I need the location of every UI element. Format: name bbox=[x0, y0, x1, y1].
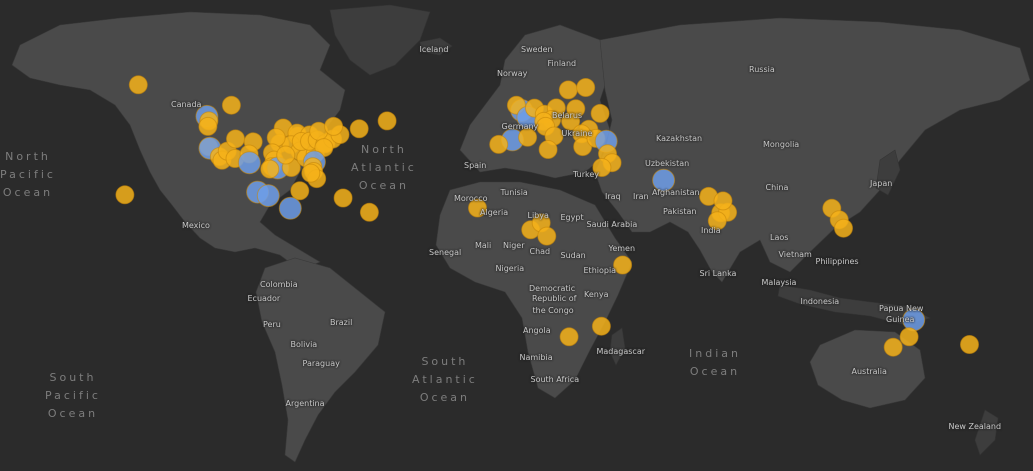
map-marker[interactable] bbox=[960, 335, 979, 354]
map-marker[interactable] bbox=[226, 129, 245, 149]
map-marker[interactable] bbox=[576, 78, 596, 97]
map-marker[interactable] bbox=[301, 163, 321, 183]
ocean-label-south-atlantic-ocean: South Atlantic Ocean bbox=[412, 355, 478, 404]
map-marker[interactable] bbox=[590, 103, 610, 123]
map-marker[interactable] bbox=[221, 95, 241, 115]
map-marker[interactable] bbox=[707, 211, 727, 231]
ocean-label-south-pacific-ocean: South Pacific Ocean bbox=[45, 371, 101, 420]
map-marker[interactable] bbox=[613, 255, 633, 275]
map-marker[interactable] bbox=[349, 119, 369, 139]
map-marker[interactable] bbox=[198, 116, 218, 136]
map-marker[interactable] bbox=[489, 134, 509, 154]
map-marker[interactable] bbox=[899, 327, 919, 347]
map-marker[interactable] bbox=[883, 337, 903, 357]
map-marker[interactable] bbox=[290, 181, 310, 201]
map-marker[interactable] bbox=[115, 185, 135, 205]
ocean-label-north-atlantic-ocean: North Atlantic Ocean bbox=[351, 143, 417, 192]
map-marker[interactable] bbox=[559, 327, 579, 347]
map-marker[interactable] bbox=[276, 145, 296, 165]
map-marker[interactable] bbox=[652, 168, 676, 192]
map-marker[interactable] bbox=[128, 75, 148, 95]
map-marker[interactable] bbox=[558, 80, 578, 100]
map-marker[interactable] bbox=[518, 127, 538, 147]
map-marker[interactable] bbox=[468, 198, 487, 218]
map-marker[interactable] bbox=[834, 218, 853, 238]
ocean-label-indian-ocean: Indian Ocean bbox=[689, 347, 741, 378]
map-marker[interactable] bbox=[538, 140, 558, 159]
world-map[interactable] bbox=[0, 0, 1033, 471]
map-marker[interactable] bbox=[592, 158, 612, 177]
map-marker[interactable] bbox=[256, 184, 280, 208]
map-marker[interactable] bbox=[377, 111, 397, 131]
map-marker[interactable] bbox=[278, 196, 302, 220]
map-marker[interactable] bbox=[237, 151, 261, 175]
map-marker[interactable] bbox=[324, 116, 344, 136]
map-marker[interactable] bbox=[591, 316, 611, 336]
map-marker[interactable] bbox=[713, 191, 733, 211]
map-marker[interactable] bbox=[902, 308, 926, 332]
map-marker[interactable] bbox=[359, 202, 379, 222]
map-marker[interactable] bbox=[537, 226, 557, 246]
map-marker[interactable] bbox=[260, 159, 280, 179]
ocean-label-north-pacific-ocean: North Pacific Ocean bbox=[0, 150, 56, 199]
map-marker[interactable] bbox=[333, 188, 353, 208]
